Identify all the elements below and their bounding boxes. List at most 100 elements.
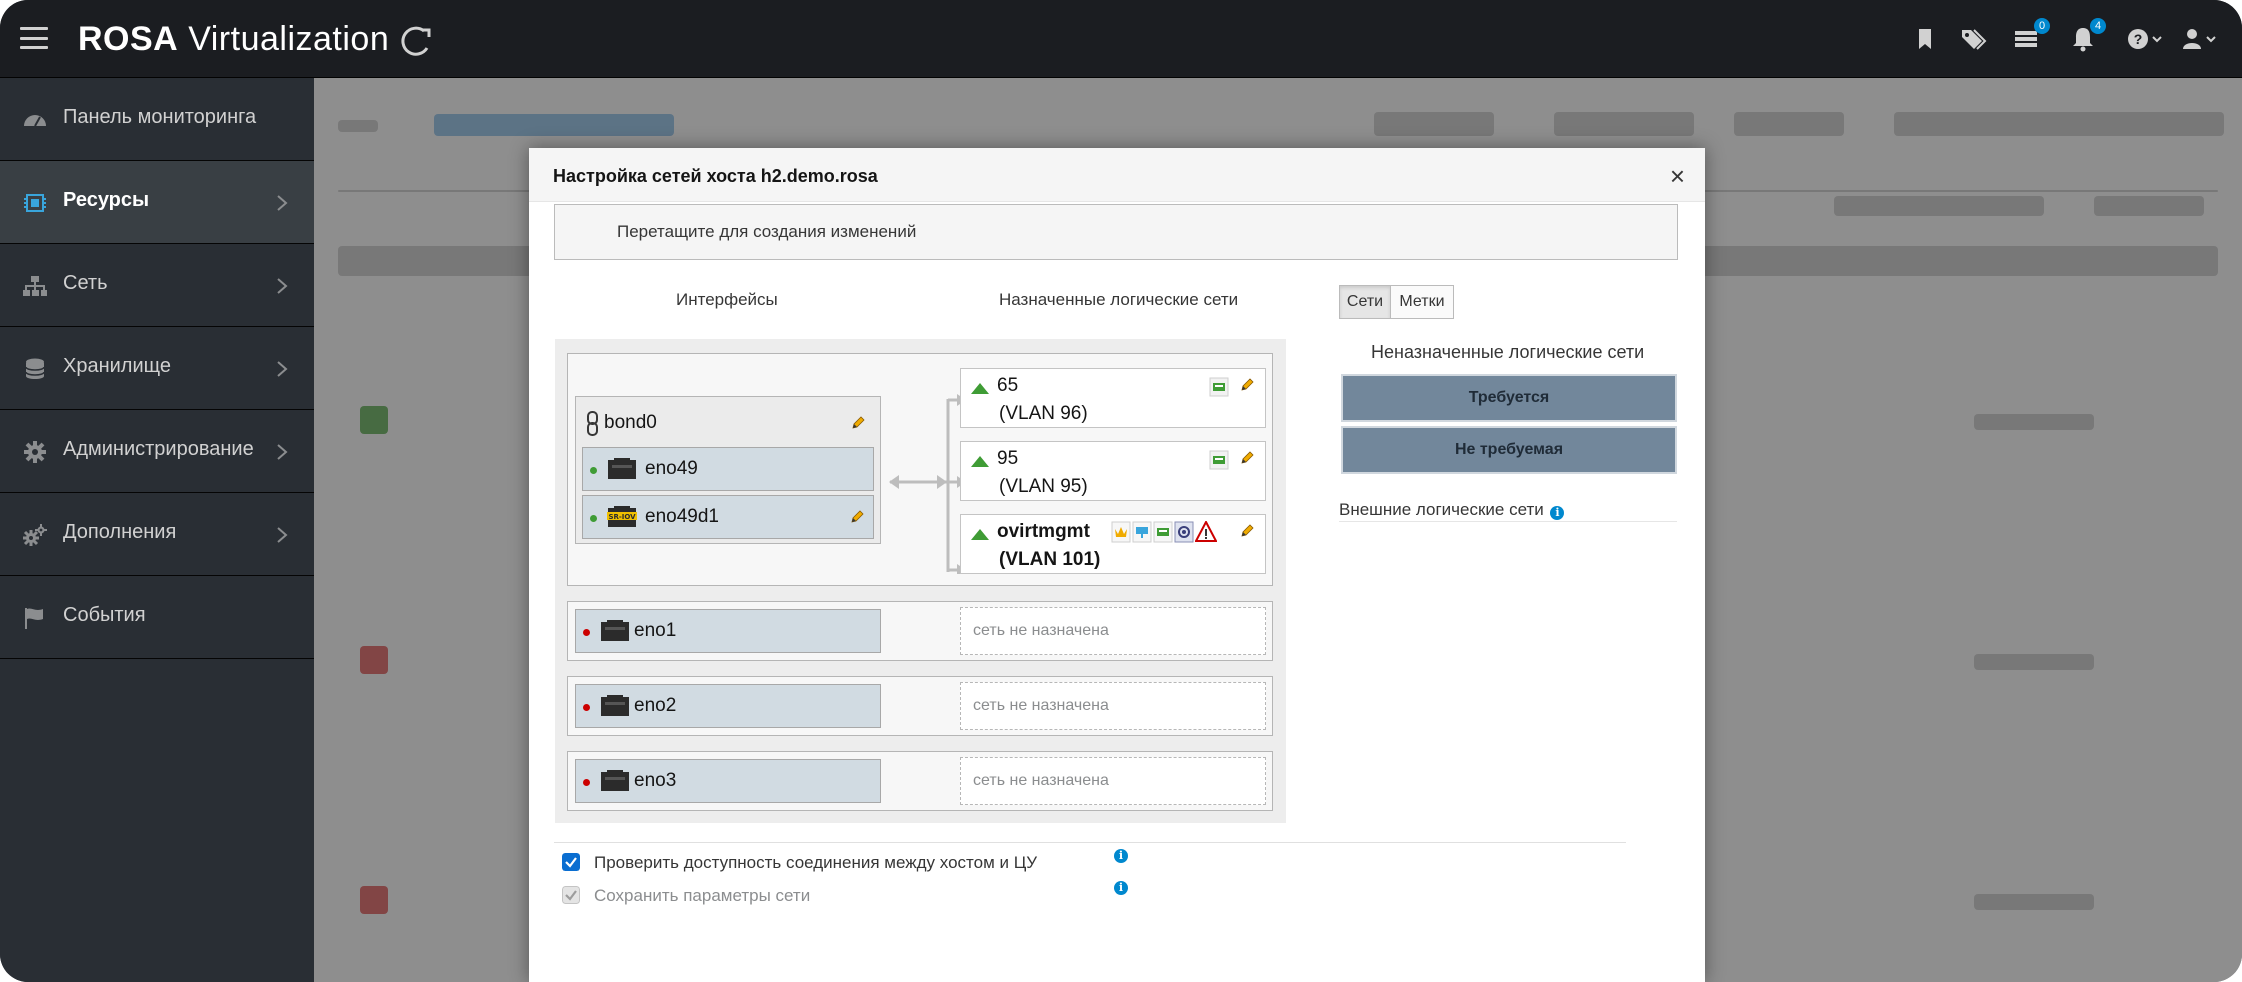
nic-name: eno49	[645, 458, 698, 479]
info-icon[interactable]: i	[1550, 506, 1565, 520]
bookmark-icon[interactable]	[1910, 24, 1940, 54]
sidebar-item-dashboard[interactable]: Панель мониторинга	[0, 78, 314, 161]
migration-role-icon	[1174, 521, 1194, 543]
nic-group-eno2: eno2 сеть не назначена	[567, 676, 1273, 736]
edit-pencil-icon[interactable]	[1239, 450, 1255, 466]
notifications-button[interactable]: 4	[2068, 18, 2106, 54]
edit-pencil-icon[interactable]	[849, 509, 865, 525]
network-up-icon	[971, 529, 989, 540]
sidebar-item-label: Панель мониторинга	[63, 106, 257, 128]
info-icon[interactable]: i	[1114, 881, 1128, 895]
flag-icon	[25, 608, 43, 629]
status-down-icon	[583, 629, 590, 636]
external-networks-section: Внешние логические сети i	[1339, 500, 1677, 522]
non-required-networks-group[interactable]: Не требуемая	[1341, 426, 1677, 474]
chevron-right-icon	[277, 444, 288, 460]
dialog-header: Настройка сетей хоста h2.demo.rosa ×	[529, 148, 1705, 202]
tags-icon[interactable]	[1958, 24, 1988, 54]
assigned-networks-column-header: Назначенные логические сети	[999, 290, 1239, 309]
check-connectivity-checkbox[interactable]	[562, 853, 580, 871]
sidebar-item-resources[interactable]: Ресурсы	[0, 161, 314, 244]
network-name: 95	[997, 448, 1019, 469]
sidebar-item-label: Хранилище	[63, 355, 171, 377]
nic-eno49d1[interactable]: SR-IOV eno49d1	[582, 495, 874, 539]
gears-icon	[23, 524, 47, 546]
ethernet-nic-icon	[601, 695, 629, 716]
sidebar-item-extensions[interactable]: Дополнения	[0, 493, 314, 576]
nic-eno2[interactable]: eno2	[575, 684, 881, 728]
vm-network-icon	[1209, 450, 1229, 470]
network-name: 65	[997, 375, 1019, 396]
close-button[interactable]: ×	[1670, 161, 1685, 192]
sidebar-item-network[interactable]: Сеть	[0, 244, 314, 327]
user-icon[interactable]	[2180, 24, 2220, 54]
nic-eno3[interactable]: eno3	[575, 759, 881, 803]
unassigned-network-slot[interactable]: сеть не назначена	[960, 607, 1266, 655]
nic-name: eno49d1	[645, 506, 719, 527]
network-65[interactable]: 65 (VLAN 96)	[960, 368, 1266, 428]
bond-connector-arrows	[889, 394, 966, 574]
save-config-label: Сохранить параметры сети	[594, 886, 811, 905]
bond-interface[interactable]: bond0 eno49 SR-IOV eno49d1	[575, 396, 881, 544]
chevron-right-icon	[277, 361, 288, 377]
cpu-icon	[24, 194, 46, 212]
unassigned-network-slot[interactable]: сеть не назначена	[960, 757, 1266, 805]
nic-eno49[interactable]: eno49	[582, 447, 874, 491]
tab-networks[interactable]: Сети	[1339, 285, 1391, 319]
network-vlan: (VLAN 96)	[999, 403, 1088, 424]
database-icon	[25, 358, 45, 379]
app-window: ROSA Virtualization 0 4 ? Панель монитор…	[0, 0, 2242, 982]
brand-bold: ROSA	[78, 20, 179, 58]
network-name: ovirtmgmt	[997, 521, 1090, 542]
nic-eno1[interactable]: eno1	[575, 609, 881, 653]
ethernet-nic-icon	[608, 458, 636, 479]
bond-group: bond0 eno49 SR-IOV eno49d1 65 (VLAN 96) …	[567, 353, 1273, 586]
tab-labels[interactable]: Метки	[1390, 285, 1454, 319]
tasks-badge: 0	[2034, 18, 2050, 34]
menu-toggle-icon[interactable]	[20, 27, 48, 49]
host-network-setup-dialog: Настройка сетей хоста h2.demo.rosa × Пер…	[529, 148, 1705, 982]
dashboard-icon	[24, 115, 46, 127]
external-networks-title: Внешние логические сети	[1339, 500, 1544, 519]
network-95[interactable]: 95 (VLAN 95)	[960, 441, 1266, 501]
warning-icon	[1195, 521, 1217, 542]
network-icon	[23, 276, 47, 296]
vm-network-icon	[1153, 521, 1173, 543]
gear-icon	[24, 441, 46, 463]
sidebar-item-events[interactable]: События	[0, 576, 314, 659]
interfaces-workspace: bond0 eno49 SR-IOV eno49d1 65 (VLAN 96) …	[555, 339, 1286, 823]
brand-logo-icon	[401, 26, 431, 56]
drag-hint-text: Перетащите для создания изменений	[617, 222, 917, 241]
unassigned-network-slot[interactable]: сеть не назначена	[960, 682, 1266, 730]
status-up-icon	[590, 467, 597, 474]
network-up-icon	[971, 383, 989, 394]
sidebar-item-label: Администрирование	[63, 438, 254, 460]
divider	[554, 842, 1626, 843]
unassigned-network-text: сеть не назначена	[973, 772, 1109, 789]
notifications-badge: 4	[2090, 18, 2106, 34]
status-up-icon	[590, 515, 597, 522]
edit-pencil-icon[interactable]	[1239, 377, 1255, 393]
check-connectivity-label: Проверить доступность соединения между х…	[594, 853, 1038, 872]
tasks-button[interactable]: 0	[2012, 18, 2050, 54]
info-icon[interactable]: i	[1114, 849, 1128, 863]
management-role-icon	[1111, 521, 1131, 543]
nic-group-eno3: eno3 сеть не назначена	[567, 751, 1273, 811]
sidebar-item-storage[interactable]: Хранилище	[0, 327, 314, 410]
unassigned-network-text: сеть не назначена	[973, 697, 1109, 714]
network-ovirtmgmt[interactable]: ovirtmgmt (VLAN 101)	[960, 514, 1266, 574]
nic-name: eno3	[634, 770, 677, 791]
nic-name: eno2	[634, 695, 677, 716]
bond-name: bond0	[604, 412, 657, 433]
network-vlan: (VLAN 95)	[999, 476, 1088, 497]
edit-pencil-icon[interactable]	[850, 415, 866, 431]
chevron-right-icon	[277, 278, 288, 294]
sidebar-item-administration[interactable]: Администрирование	[0, 410, 314, 493]
required-networks-group[interactable]: Требуется	[1341, 374, 1677, 422]
network-vlan: (VLAN 101)	[999, 549, 1101, 570]
bond-icon	[587, 411, 598, 436]
dialog-title: Настройка сетей хоста h2.demo.rosa	[553, 166, 878, 186]
status-down-icon	[583, 704, 590, 711]
edit-pencil-icon[interactable]	[1239, 523, 1255, 539]
help-icon[interactable]: ?	[2126, 24, 2166, 54]
